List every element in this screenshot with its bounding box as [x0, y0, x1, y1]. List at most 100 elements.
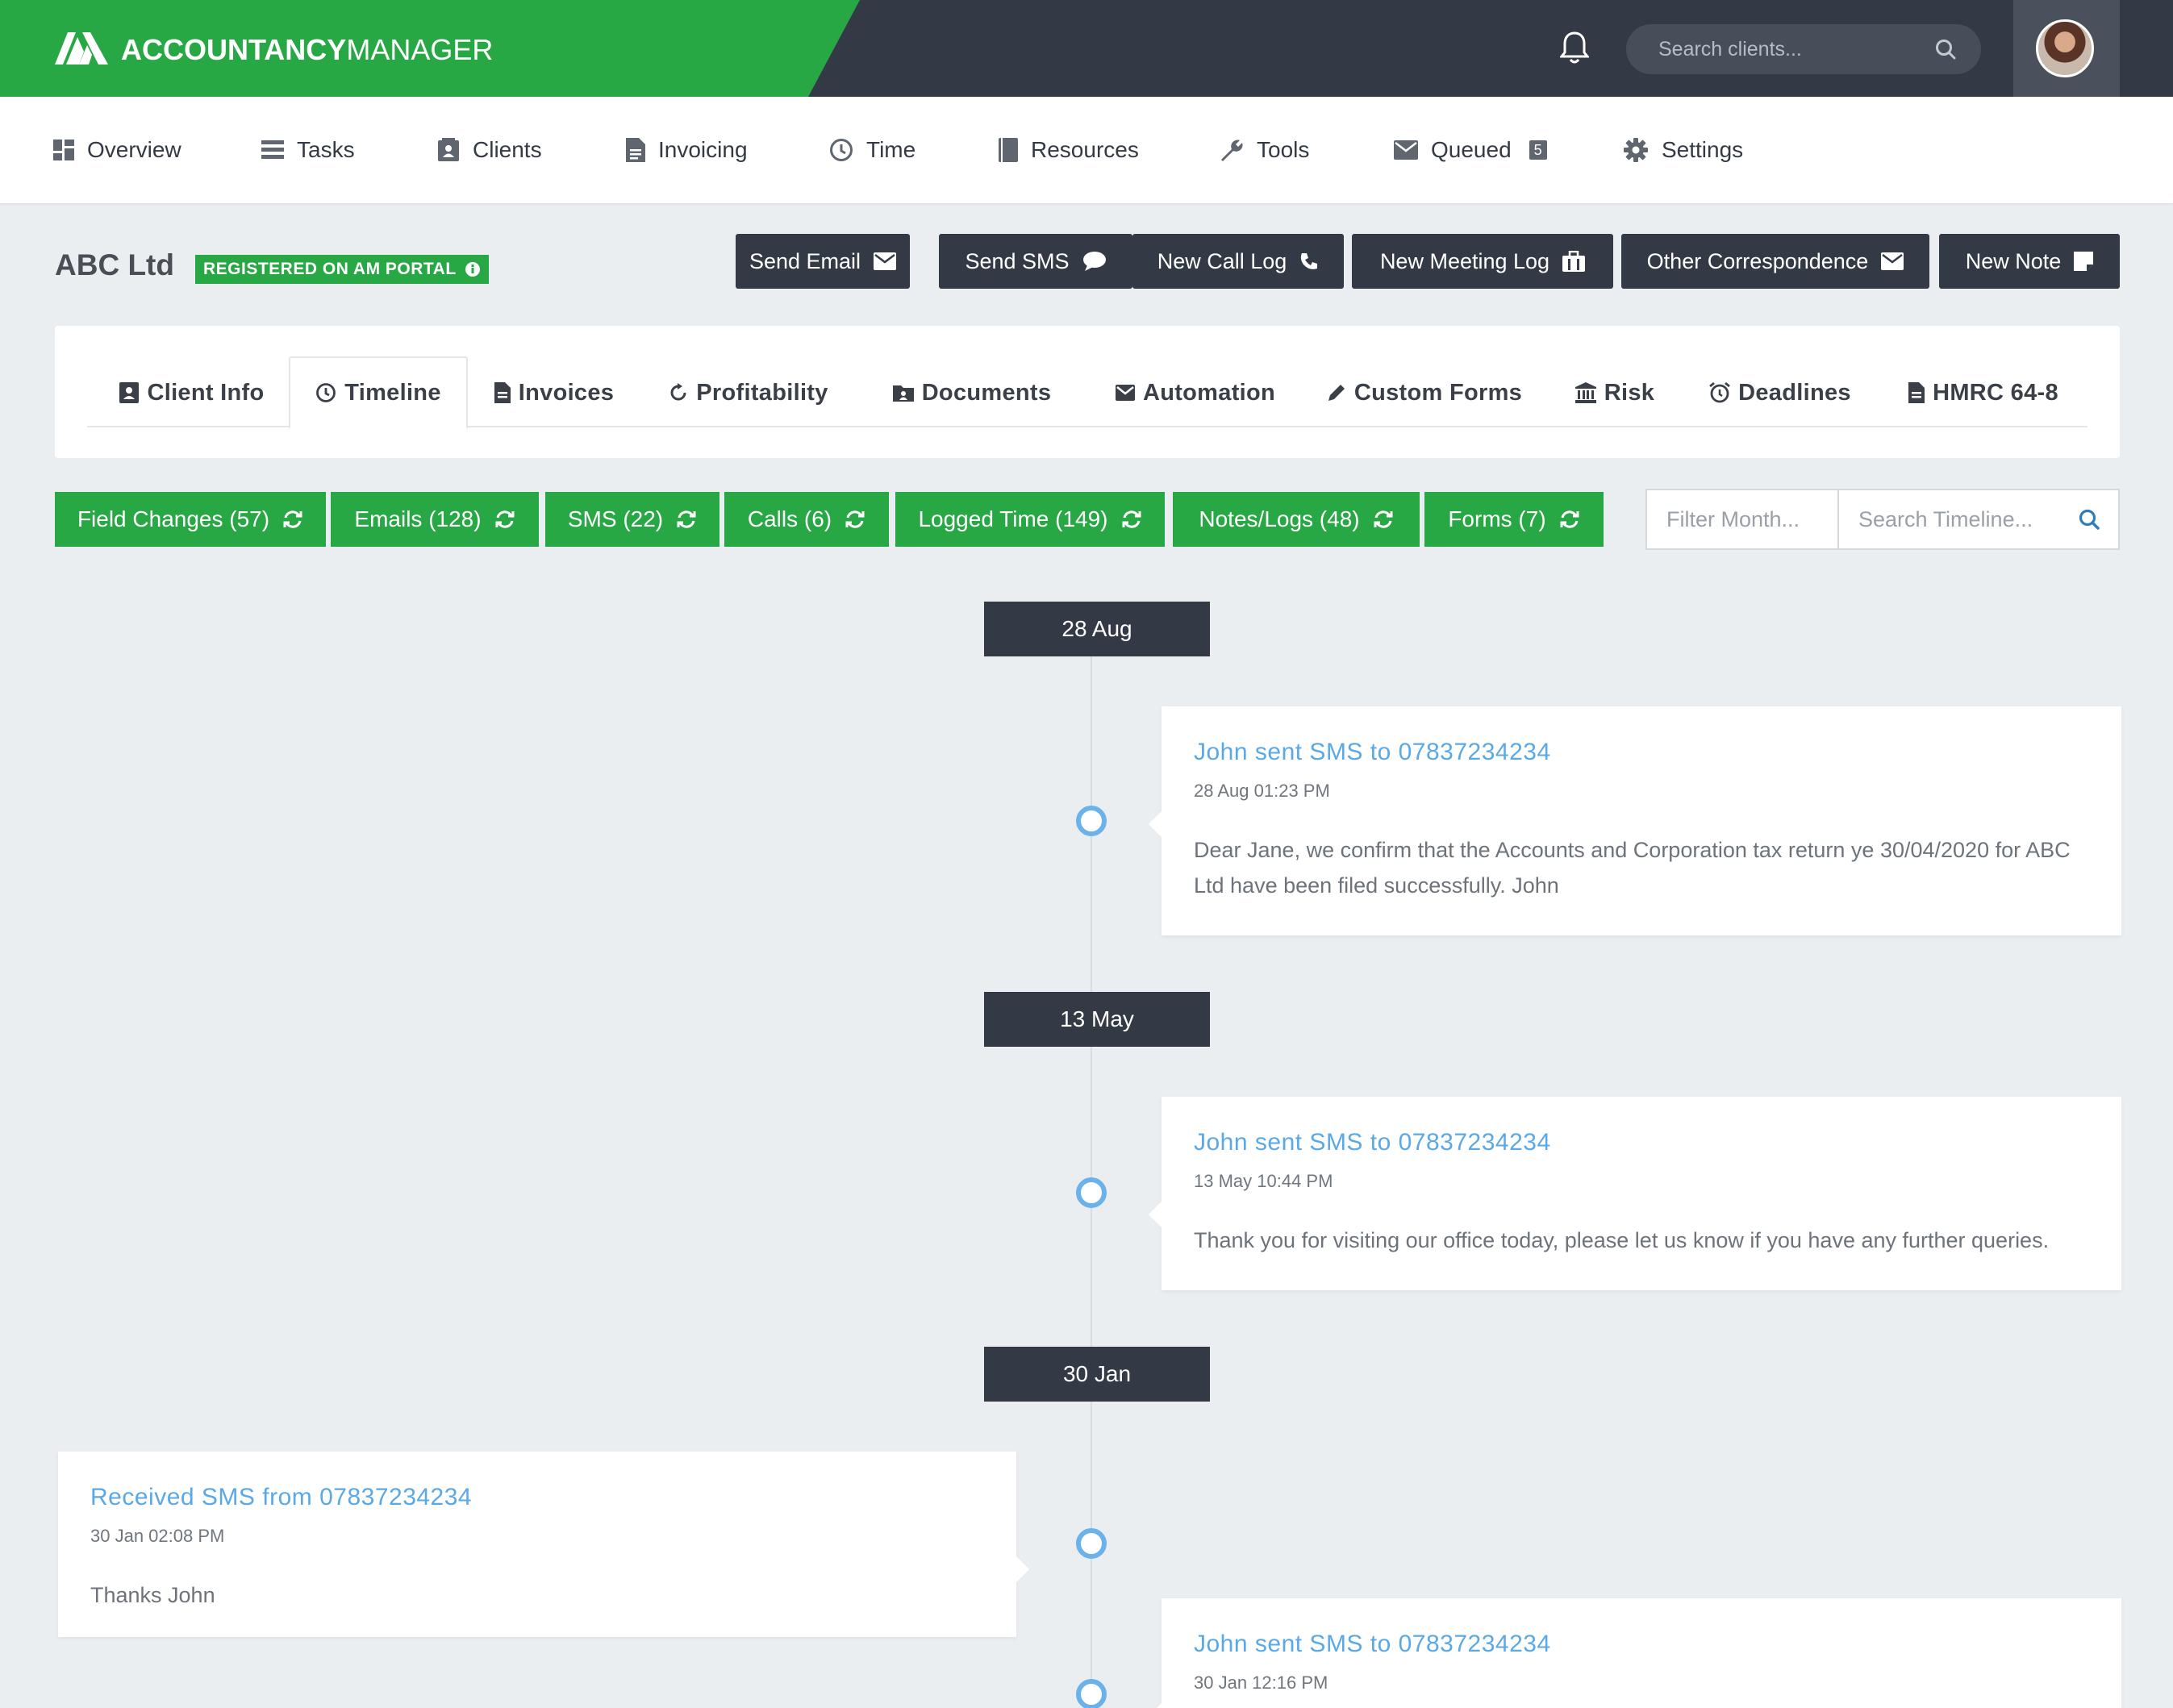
nav-item-settings[interactable]: Settings [1623, 97, 1743, 203]
main-nav: Overview Tasks Clients Invoicing Time Re… [0, 97, 2173, 203]
filter-notes-logs-button[interactable]: Notes/Logs (48) [1173, 492, 1420, 547]
timeline-entry-title[interactable]: John sent SMS to 07837234234 [1194, 739, 1551, 766]
search-icon[interactable] [1934, 38, 1957, 60]
timeline-entry-timestamp: 30 Jan 12:16 PM [1194, 1673, 1328, 1693]
button-label: Other Correspondence [1646, 248, 1869, 273]
user-menu[interactable] [2013, 0, 2120, 97]
timeline-date-marker: 13 May [984, 992, 1210, 1047]
tab-label: Custom Forms [1353, 379, 1523, 406]
alarm-clock-icon [1709, 382, 1731, 403]
tab-risk[interactable]: Risk [1568, 358, 1662, 427]
timeline-entry-timestamp: 28 Aug 01:23 PM [1194, 781, 1330, 801]
timeline-entry: John sent SMS to 07837234234 30 Jan 12:1… [1149, 1598, 2121, 1708]
other-correspondence-button[interactable]: Other Correspondence [1621, 234, 1929, 289]
button-label: New Meeting Log [1379, 248, 1550, 273]
filter-emails-button[interactable]: Emails (128) [331, 492, 539, 547]
filter-forms-button[interactable]: Forms (7) [1424, 492, 1604, 547]
refresh-circle-icon [669, 383, 688, 402]
tab-automation[interactable]: Automation [1107, 358, 1284, 427]
clock-icon [315, 382, 336, 403]
button-label: New Note [1965, 248, 2062, 273]
timeline-entry-title[interactable]: Received SMS from 07837234234 [90, 1484, 472, 1511]
tab-deadlines[interactable]: Deadlines [1704, 358, 1857, 427]
envelope-icon [1881, 252, 1904, 270]
nav-item-clients[interactable]: Clients [437, 97, 542, 203]
portal-status-badge[interactable]: REGISTERED ON AM PORTAL [195, 255, 489, 284]
info-icon[interactable] [465, 261, 481, 277]
filter-label: Field Changes (57) [77, 506, 270, 531]
nav-item-time[interactable]: Time [829, 97, 915, 203]
clock-icon [829, 138, 853, 162]
search-timeline-input[interactable]: Search Timeline... [1858, 490, 2033, 548]
tab-invoices[interactable]: Invoices [487, 358, 621, 427]
envelope-icon [1115, 385, 1135, 401]
refresh-icon [494, 509, 515, 530]
bell-icon[interactable] [1560, 31, 1589, 65]
brand-name-light: MANAGER [346, 33, 494, 66]
nav-label: Tools [1257, 137, 1310, 162]
timeline-entry-timestamp: 30 Jan 02:08 PM [90, 1526, 225, 1546]
filter-calls-button[interactable]: Calls (6) [724, 492, 889, 547]
send-email-button[interactable]: Send Email [736, 234, 910, 289]
nav-item-tasks[interactable]: Tasks [261, 97, 355, 203]
nav-label: Queued [1431, 137, 1512, 162]
nav-label: Resources [1031, 137, 1139, 162]
timeline-entry-title[interactable]: John sent SMS to 07837234234 [1194, 1129, 1551, 1156]
nav-label: Clients [473, 137, 542, 162]
tab-label: Deadlines [1738, 379, 1851, 406]
tab-profitability[interactable]: Profitability [660, 358, 837, 427]
nav-item-overview[interactable]: Overview [53, 97, 181, 203]
nav-item-resources[interactable]: Resources [999, 97, 1139, 203]
filter-month-input[interactable]: Filter Month... [1647, 490, 1839, 548]
nav-item-invoicing[interactable]: Invoicing [626, 97, 748, 203]
send-sms-button[interactable]: Send SMS [939, 234, 1132, 289]
tab-label: Automation [1142, 379, 1276, 406]
new-call-log-button[interactable]: New Call Log [1132, 234, 1344, 289]
chat-bubble-icon [1082, 251, 1107, 272]
timeline-entry-body: Dear Jane, we confirm that the Accounts … [1194, 838, 2071, 898]
nav-item-queued[interactable]: Queued 5 [1394, 97, 1547, 203]
filter-field-changes-button[interactable]: Field Changes (57) [55, 492, 326, 547]
timeline-dot [1076, 1528, 1107, 1559]
timeline-entry-body: Thanks John [90, 1583, 215, 1607]
nav-label: Invoicing [658, 137, 748, 162]
tab-label: Client Info [147, 379, 265, 406]
brand-name[interactable]: ACCOUNTANCYMANAGER [121, 34, 493, 66]
timeline-dot [1076, 1177, 1107, 1208]
client-search-input[interactable]: Search clients... [1626, 24, 1981, 74]
tab-hmrc-64-8[interactable]: HMRC 64-8 [1900, 358, 2067, 427]
new-meeting-log-button[interactable]: New Meeting Log [1352, 234, 1613, 289]
top-bar: ACCOUNTANCYMANAGER Search clients... [0, 0, 2173, 97]
refresh-icon [1121, 509, 1142, 530]
refresh-icon [282, 509, 303, 530]
button-label: Send Email [749, 248, 861, 273]
filter-logged-time-button[interactable]: Logged Time (149) [895, 492, 1165, 547]
tab-client-info[interactable]: Client Info [111, 358, 273, 427]
envelope-icon [874, 252, 897, 270]
document-icon [1908, 382, 1925, 403]
timeline-date-marker: 30 Jan [984, 1347, 1210, 1402]
button-label: New Call Log [1157, 248, 1287, 273]
timeline-entry-title[interactable]: John sent SMS to 07837234234 [1194, 1631, 1551, 1658]
tab-timeline[interactable]: Timeline [289, 356, 468, 429]
logo-icon[interactable] [55, 32, 108, 65]
filter-sms-button[interactable]: SMS (22) [545, 492, 719, 547]
button-label: Send SMS [965, 248, 1070, 273]
new-note-button[interactable]: New Note [1939, 234, 2120, 289]
nav-item-tools[interactable]: Tools [1218, 97, 1309, 203]
queued-count-badge: 5 [1529, 140, 1547, 160]
filter-label: Notes/Logs (48) [1199, 506, 1360, 531]
tab-documents[interactable]: Documents [889, 358, 1055, 427]
timeline-entry-timestamp: 13 May 10:44 PM [1194, 1171, 1333, 1191]
avatar[interactable] [2036, 19, 2094, 77]
client-tabs-panel: Client Info Timeline Invoices Profitabil… [55, 326, 2120, 458]
timeline-entry-body: Thank you for visiting our office today,… [1194, 1228, 2050, 1252]
tab-custom-forms[interactable]: Custom Forms [1324, 358, 1524, 427]
search-icon[interactable] [2078, 508, 2100, 531]
filter-label: Emails (128) [354, 506, 482, 531]
timeline-entry: John sent SMS to 07837234234 13 May 10:4… [1149, 1097, 2121, 1290]
filter-label: Logged Time (149) [918, 506, 1108, 531]
refresh-icon [676, 509, 697, 530]
envelope-icon [1394, 140, 1418, 160]
nav-label: Time [866, 137, 916, 162]
